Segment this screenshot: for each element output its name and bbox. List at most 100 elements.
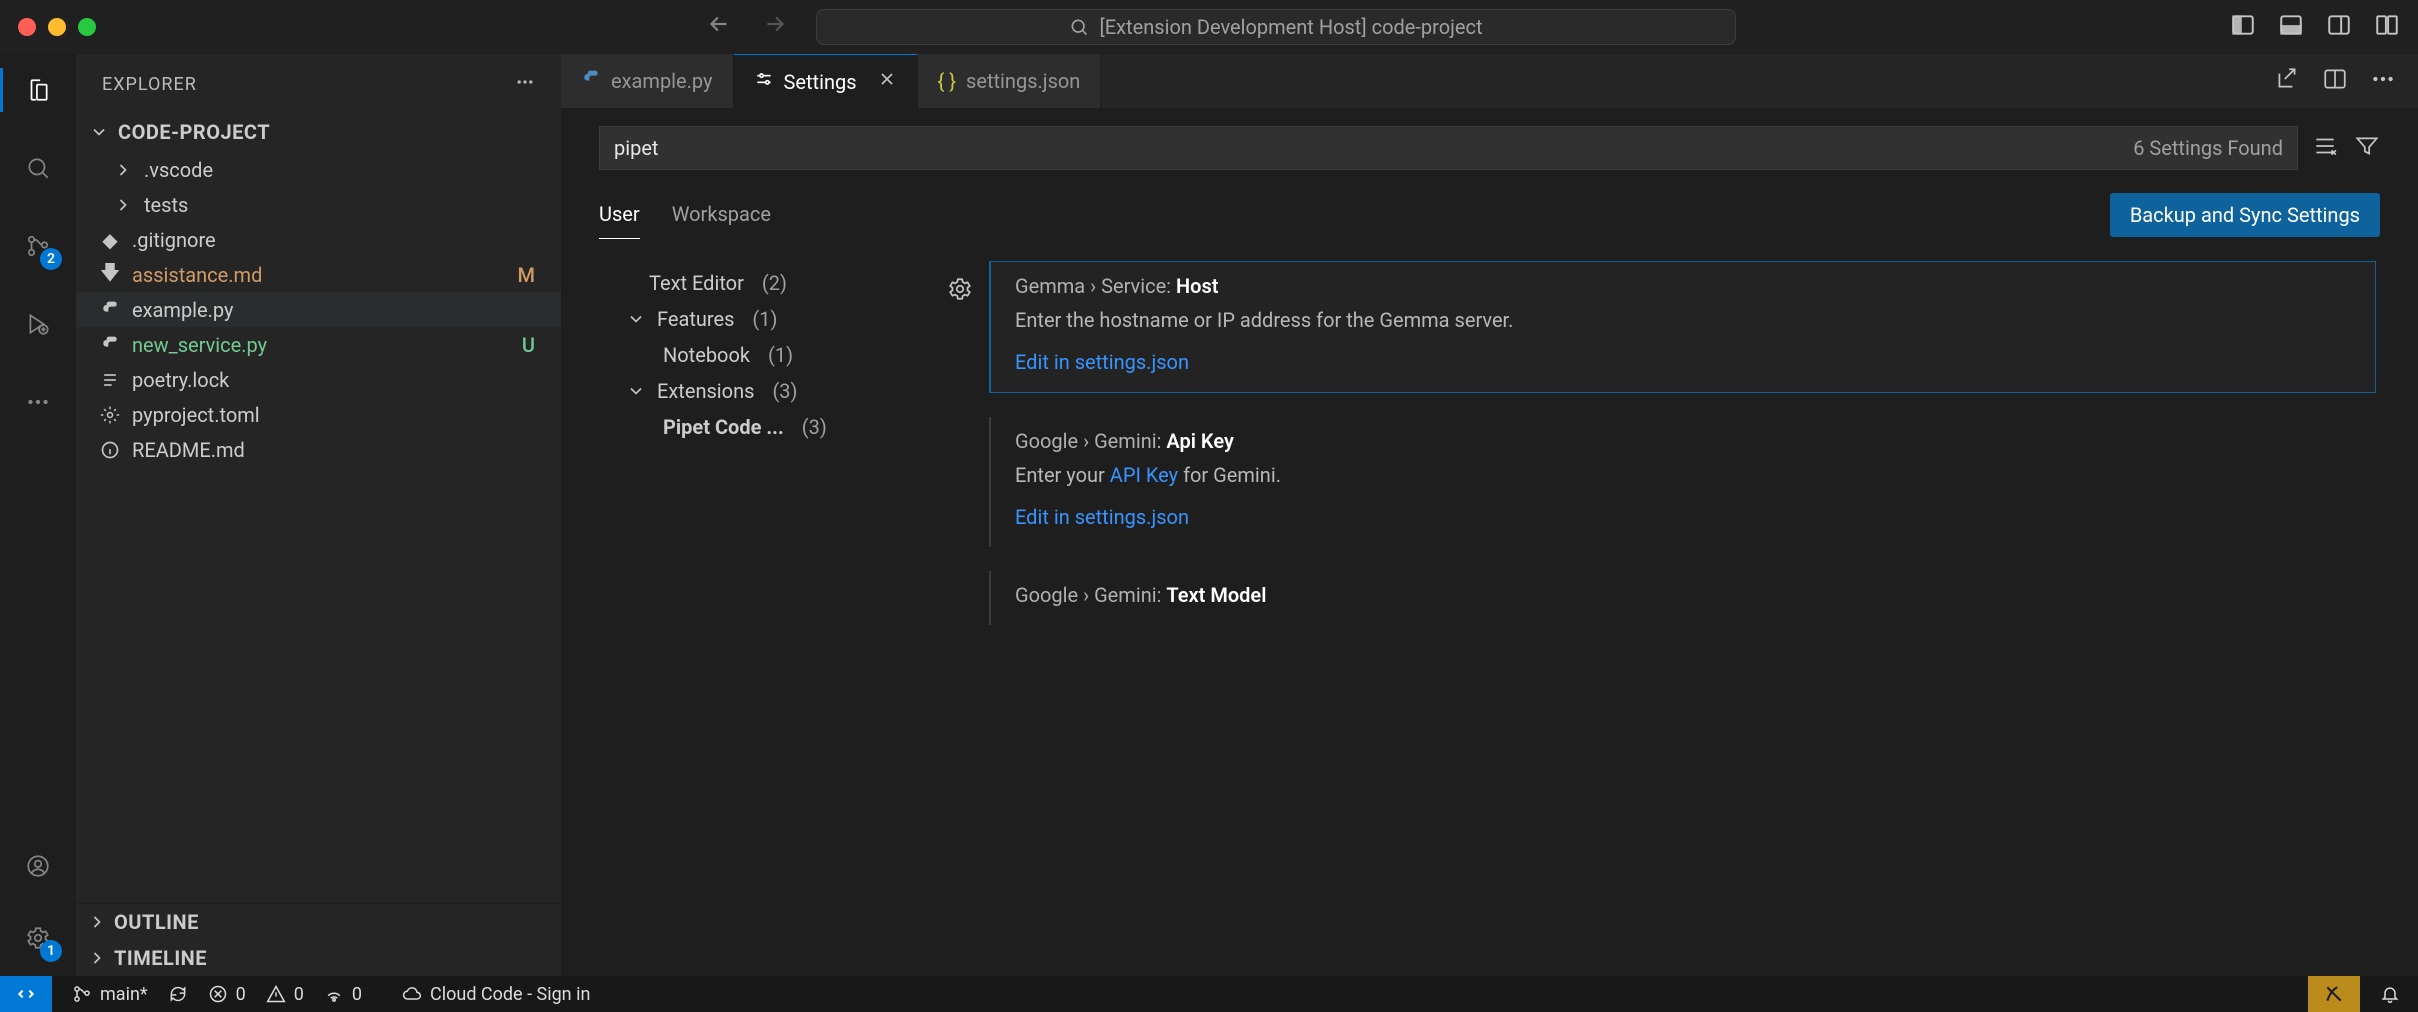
toggle-panel-icon[interactable]: [2278, 12, 2304, 43]
nav-extensions[interactable]: Extensions (3): [599, 373, 989, 409]
minimize-window-button[interactable]: [48, 18, 66, 36]
nav-text-editor[interactable]: Text Editor (2): [599, 265, 989, 301]
explorer-sidebar: EXPLORER CODE-PROJECT .vscode tests ◆ .g…: [76, 54, 561, 976]
python-icon: [98, 335, 122, 355]
markdown-icon: 🡇: [98, 258, 122, 292]
chevron-down-icon: [625, 381, 647, 401]
file-gitignore[interactable]: ◆ .gitignore: [76, 222, 561, 257]
json-icon: { }: [938, 69, 957, 93]
chevron-right-icon: [112, 160, 134, 180]
toggle-primary-sidebar-icon[interactable]: [2230, 12, 2256, 43]
tab-example-py[interactable]: example.py: [561, 54, 734, 108]
window-controls: [18, 18, 96, 36]
edit-in-settings-json-link[interactable]: Edit in settings.json: [1015, 350, 1189, 374]
nav-arrows: [706, 11, 788, 44]
editor-more-icon[interactable]: [2370, 66, 2396, 97]
setting-gemini-text-model[interactable]: Google › Gemini: Text Model: [989, 571, 2376, 625]
activity-run-debug[interactable]: [16, 302, 60, 346]
activity-search[interactable]: [16, 146, 60, 190]
remote-button[interactable]: [0, 976, 52, 1012]
nav-forward-icon[interactable]: [762, 11, 788, 44]
open-changes-icon[interactable]: [2274, 66, 2300, 97]
edit-in-settings-json-link[interactable]: Edit in settings.json: [1015, 505, 1189, 529]
file-assistance-md[interactable]: 🡇 assistance.md M: [76, 257, 561, 292]
project-section-header[interactable]: CODE-PROJECT: [76, 114, 561, 150]
tab-settings-json[interactable]: { } settings.json: [918, 54, 1102, 108]
layout-controls: [2230, 12, 2400, 43]
status-errors[interactable]: 0: [208, 984, 246, 1005]
status-warnings[interactable]: 0: [266, 984, 304, 1005]
file-new-service-py[interactable]: new_service.py U: [76, 327, 561, 362]
clear-search-icon[interactable]: [2312, 133, 2338, 164]
backup-sync-button[interactable]: Backup and Sync Settings: [2110, 193, 2380, 237]
status-copilot-disabled[interactable]: [2308, 976, 2360, 1012]
activity-accounts[interactable]: [16, 844, 60, 888]
untracked-status: U: [522, 333, 547, 357]
status-notifications[interactable]: [2380, 984, 2418, 1004]
activity-source-control[interactable]: 2: [16, 224, 60, 268]
status-sync[interactable]: [168, 984, 188, 1004]
scope-tab-workspace[interactable]: Workspace: [672, 190, 771, 239]
status-bar: main* 0 0 0 Cloud Code - Sign in: [0, 976, 2418, 1012]
chevron-right-icon: [86, 912, 108, 932]
status-cloud-code[interactable]: Cloud Code - Sign in: [402, 984, 590, 1005]
python-icon: [98, 300, 122, 320]
chevron-down-icon: [88, 122, 110, 142]
search-value: pipet: [614, 136, 658, 160]
activity-bar: 2 1: [0, 54, 76, 976]
settings-search-input[interactable]: pipet 6 Settings Found: [599, 126, 2298, 170]
gear-icon[interactable]: [947, 276, 973, 307]
activity-explorer[interactable]: [16, 68, 60, 112]
nav-notebook[interactable]: Notebook (1): [599, 337, 989, 373]
status-ports[interactable]: 0: [324, 984, 362, 1005]
search-results-count: 6 Settings Found: [2133, 136, 2283, 160]
activity-settings[interactable]: 1: [16, 916, 60, 960]
file-tree: .vscode tests ◆ .gitignore 🡇 assistance.…: [76, 150, 561, 903]
setting-gemma-host[interactable]: Gemma › Service: Host Enter the hostname…: [989, 261, 2376, 393]
close-icon[interactable]: [877, 69, 897, 94]
window-title: [Extension Development Host] code-projec…: [1099, 15, 1482, 39]
file-pyproject-toml[interactable]: pyproject.toml: [76, 397, 561, 432]
file-readme-md[interactable]: README.md: [76, 432, 561, 467]
maximize-window-button[interactable]: [78, 18, 96, 36]
api-key-link[interactable]: API Key: [1110, 463, 1178, 487]
setting-description: Enter your API Key for Gemini.: [1015, 463, 2352, 487]
tab-settings[interactable]: Settings: [734, 54, 918, 108]
filter-icon[interactable]: [2354, 133, 2380, 164]
outline-section[interactable]: OUTLINE: [76, 904, 561, 940]
close-window-button[interactable]: [18, 18, 36, 36]
status-branch[interactable]: main*: [72, 984, 148, 1005]
modified-status: M: [518, 263, 548, 287]
python-icon: [581, 69, 601, 94]
nav-features[interactable]: Features (1): [599, 301, 989, 337]
chevron-down-icon: [625, 309, 647, 329]
chevron-right-icon: [86, 948, 108, 968]
gear-icon: [98, 405, 122, 425]
file-poetry-lock[interactable]: poetry.lock: [76, 362, 561, 397]
editor-tabs: example.py Settings { } settings.json: [561, 54, 2418, 108]
explorer-more-icon[interactable]: [515, 72, 535, 97]
file-lines-icon: [98, 370, 122, 390]
settings-list: Gemma › Service: Host Enter the hostname…: [989, 261, 2380, 958]
nav-back-icon[interactable]: [706, 11, 732, 44]
split-editor-icon[interactable]: [2322, 66, 2348, 97]
toggle-secondary-sidebar-icon[interactable]: [2326, 12, 2352, 43]
project-name: CODE-PROJECT: [118, 120, 270, 144]
scm-badge: 2: [40, 248, 62, 270]
settings-badge: 1: [40, 940, 62, 962]
folder-tests[interactable]: tests: [76, 187, 561, 222]
folder-vscode[interactable]: .vscode: [76, 152, 561, 187]
setting-description: Enter the hostname or IP address for the…: [1015, 308, 2351, 332]
scope-tab-user[interactable]: User: [599, 190, 640, 239]
nav-pipet[interactable]: Pipet Code ... (3): [599, 409, 989, 445]
title-bar: [Extension Development Host] code-projec…: [0, 0, 2418, 54]
activity-more-icon[interactable]: [16, 380, 60, 424]
file-example-py[interactable]: example.py: [76, 292, 561, 327]
timeline-section[interactable]: TIMELINE: [76, 940, 561, 976]
info-icon: [98, 440, 122, 460]
command-center[interactable]: [Extension Development Host] code-projec…: [816, 9, 1736, 45]
customize-layout-icon[interactable]: [2374, 12, 2400, 43]
git-icon: ◆: [98, 228, 122, 252]
chevron-right-icon: [112, 195, 134, 215]
setting-gemini-api-key[interactable]: Google › Gemini: Api Key Enter your API …: [989, 417, 2376, 547]
